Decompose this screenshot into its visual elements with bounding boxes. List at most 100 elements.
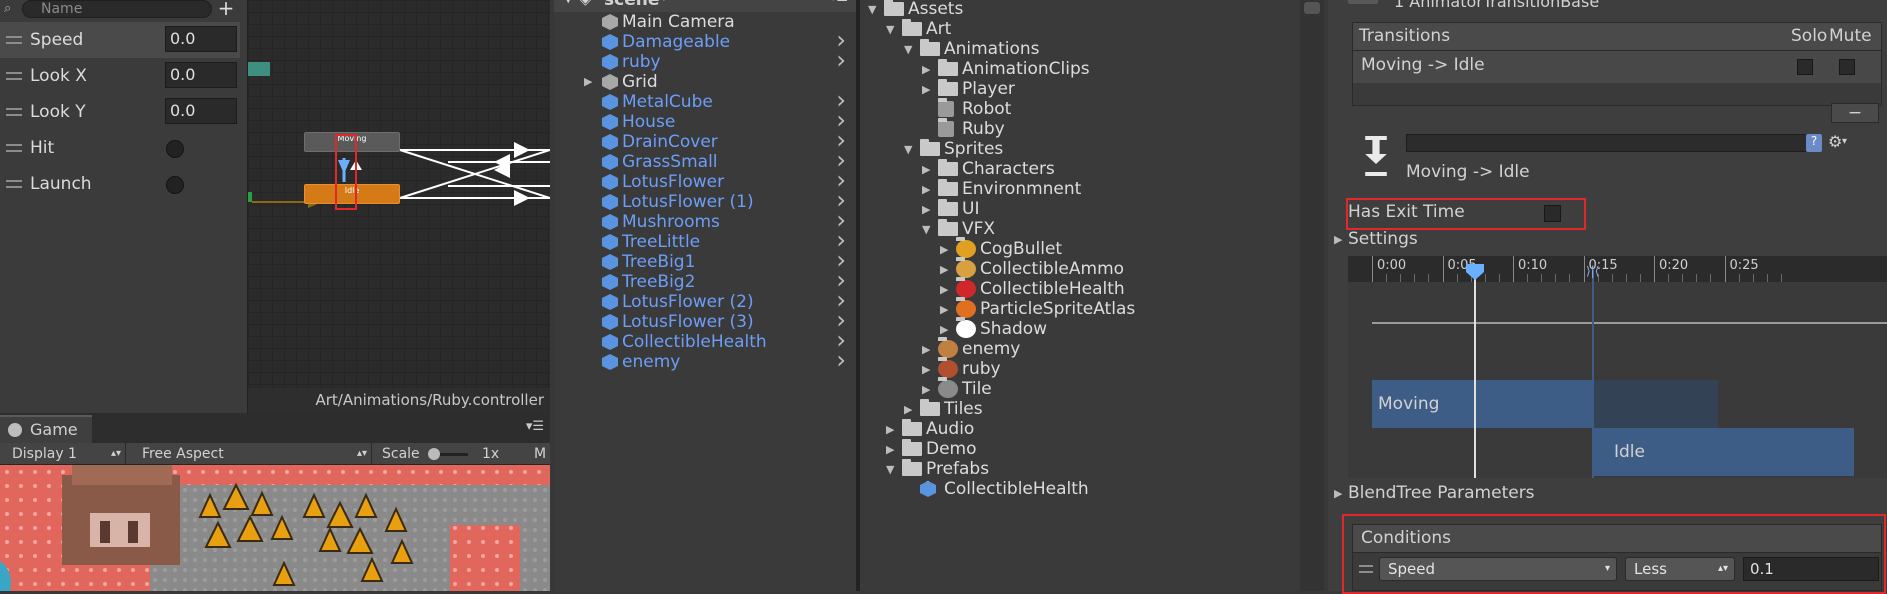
prefab-cube-icon (602, 134, 618, 150)
expand-arrow-icon[interactable]: ▶ (922, 163, 930, 176)
folder-icon (938, 199, 958, 216)
blendtree-foldout[interactable]: ▶ BlendTree Parameters (1334, 482, 1634, 506)
game-toolbar: Display 1 ▴▾ Free Aspect ▴▾ Scale 1x M (0, 443, 550, 465)
gear-icon[interactable]: ⚙ (1828, 132, 1842, 151)
scale-slider-handle[interactable] (428, 448, 440, 460)
game-tab-bar: Game ▾☰ (0, 413, 550, 443)
expand-arrow-icon[interactable]: ▶ (922, 183, 930, 196)
parameter-value-input[interactable]: 0.0 (165, 62, 237, 88)
chevron-down-icon[interactable]: ▾ (1842, 136, 1847, 147)
transition-marker-icon[interactable]: ⟩|⟨ (1586, 264, 1604, 278)
expand-arrow-icon[interactable]: ▼ (922, 223, 930, 236)
drag-handle-icon[interactable] (6, 72, 22, 80)
drag-handle-icon[interactable] (6, 108, 22, 116)
prefab-cube-icon (920, 481, 936, 497)
project-panel: ▼ Assets ▼ Art ▼ Animations ▶ AnimationClips ▶ Pl… (860, 0, 1305, 591)
expand-arrow-icon[interactable]: ▶ (922, 343, 930, 356)
mute-checkbox[interactable] (1839, 59, 1855, 75)
prefab-cube-icon (602, 274, 618, 290)
game-viewport[interactable] (0, 465, 550, 591)
animator-graph[interactable]: Moving Idle Art/Animations/Ruby.controll… (248, 0, 550, 413)
timeline-minor-tick (1456, 274, 1458, 282)
transition-name-input[interactable] (1406, 134, 1812, 152)
expand-arrow-icon[interactable]: ▶ (940, 323, 948, 336)
dropdown-arrow-icon: ▴▾ (356, 448, 367, 459)
settings-foldout[interactable]: ▶ Settings (1334, 228, 1634, 252)
parameter-row[interactable]: Launch (0, 166, 240, 202)
remove-transition-button[interactable]: − (1831, 103, 1879, 123)
expand-arrow-icon[interactable]: ▼ (904, 43, 912, 56)
parameter-value-input[interactable]: 0.0 (165, 26, 237, 52)
transition-highlight-box (335, 134, 357, 210)
help-icon[interactable]: ? (1806, 134, 1822, 152)
prefab-cube-icon (602, 214, 618, 230)
expand-arrow-icon[interactable]: ▼ (904, 143, 912, 156)
prefab-cube-icon (602, 234, 618, 250)
timeline-tick: 0:00 (1372, 256, 1406, 282)
project-item[interactable]: CollectibleHealth (860, 477, 1300, 501)
aspect-dropdown[interactable]: Free Aspect ▴▾ (132, 443, 372, 465)
add-parameter-button[interactable]: + (216, 0, 236, 18)
transition-row[interactable]: Moving -> Idle (1353, 51, 1881, 83)
expand-arrow-icon[interactable]: ▶ (922, 363, 930, 376)
parameter-row[interactable]: Look Y 0.0 (0, 94, 240, 130)
expand-arrow-icon[interactable]: ▶ (886, 423, 894, 436)
expand-arrow-icon: ▶ (1334, 233, 1343, 246)
timeline-playhead (1474, 270, 1476, 478)
trigger-radio[interactable] (166, 176, 184, 194)
trigger-radio[interactable] (166, 140, 184, 158)
expand-arrow-icon[interactable]: ▶ (940, 303, 948, 316)
expand-arrow-icon[interactable]: ▶ (904, 403, 912, 416)
parameter-name: Look X (30, 66, 87, 86)
project-scrollbar[interactable] (1300, 0, 1324, 591)
prefab-cube-icon (602, 114, 618, 130)
expand-arrow-icon[interactable]: ▼ (886, 463, 894, 476)
timeline-minor-tick (1738, 274, 1740, 282)
expand-arrow-icon[interactable]: ▶ (922, 63, 930, 76)
parameter-row[interactable]: Hit (0, 130, 240, 166)
drag-handle-icon[interactable] (6, 144, 22, 152)
expand-arrow-icon[interactable]: ▶ (584, 75, 592, 88)
display-dropdown[interactable]: Display 1 ▴▾ (4, 443, 126, 465)
timeline-tick-label: 0:10 (1518, 258, 1548, 273)
expand-arrow-icon[interactable]: ▶ (922, 203, 930, 216)
hierarchy-item-label: enemy (622, 352, 681, 372)
folder-icon (920, 399, 940, 416)
expand-arrow-icon[interactable]: ▶ (940, 243, 948, 256)
expand-arrow-icon[interactable]: ▼ (868, 3, 876, 16)
transition-icon (1365, 136, 1387, 176)
expand-arrow-icon[interactable]: ▶ (922, 83, 930, 96)
scrollbar-thumb[interactable] (1304, 2, 1320, 14)
expand-arrow-icon[interactable]: ▶ (886, 443, 894, 456)
chevron-right-icon[interactable]: › (836, 346, 846, 374)
prefab-cube-icon (602, 294, 618, 310)
timeline-idle-clip[interactable]: Idle (1592, 428, 1854, 476)
drag-handle-icon[interactable] (6, 180, 22, 188)
expand-arrow-icon[interactable]: ▶ (922, 383, 930, 396)
sprite-icon (956, 297, 976, 318)
hierarchy-item[interactable]: enemy › (554, 346, 856, 374)
component-icon (1348, 0, 1378, 4)
drag-handle-icon[interactable] (6, 36, 22, 44)
prefab-cube-icon (602, 334, 618, 350)
timeline-tick-label: 0:00 (1377, 258, 1407, 273)
timeline-tick: 0:05 (1442, 256, 1477, 282)
expand-arrow-icon[interactable]: ▶ (940, 283, 948, 296)
parameter-search-input[interactable]: Name (22, 0, 212, 18)
tab-game[interactable]: Game (0, 415, 92, 443)
solo-checkbox[interactable] (1797, 59, 1813, 75)
expand-arrow-icon[interactable]: ▶ (940, 263, 948, 276)
prefab-cube-icon (602, 54, 618, 70)
maximize-button[interactable]: M (534, 443, 546, 465)
parameter-value-input[interactable]: 0.0 (165, 98, 237, 124)
parameter-row[interactable]: Speed 0.0 (0, 22, 240, 58)
parameter-row[interactable]: Look X 0.0 (0, 58, 240, 94)
transition-timeline[interactable]: 0:00 0:05 0:10 0:15 0:20 0:25 Moving Idle ⟩|⟨ (1348, 256, 1887, 478)
animator-controller-icon (938, 118, 954, 137)
panel-menu-icon[interactable]: ▾☰ (526, 419, 544, 434)
expand-arrow-icon[interactable]: ▼ (886, 23, 894, 36)
parameter-name: Speed (30, 30, 84, 50)
scale-slider[interactable] (428, 448, 468, 460)
game-scene (0, 465, 550, 591)
panel-menu-icon[interactable]: ▾☰ (830, 0, 848, 5)
